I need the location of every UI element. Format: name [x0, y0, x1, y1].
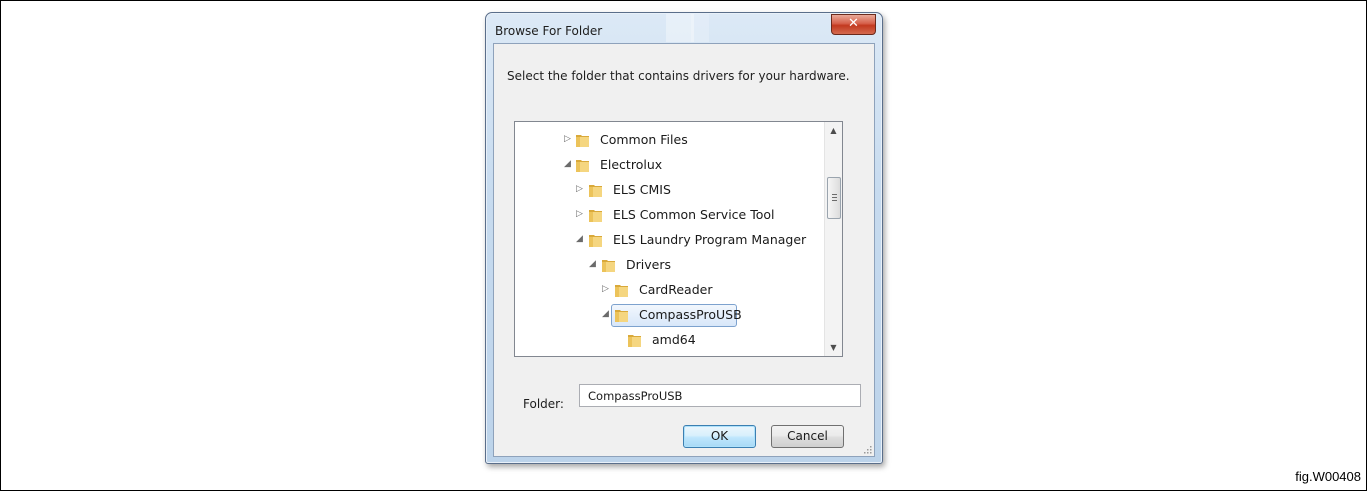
- tree-item-els-laundry-program-manager[interactable]: ◢ ELS Laundry Program Manager: [515, 228, 825, 253]
- folder-icon: [588, 182, 603, 198]
- folder-tree[interactable]: ▷ Common Files ◢ Electrolux ▷ ELS CMIS ▷…: [514, 121, 843, 357]
- tree-item-els-common-service-tool[interactable]: ▷ ELS Common Service Tool: [515, 203, 825, 228]
- tree-item-label: CardReader: [639, 282, 713, 297]
- expand-arrow-icon[interactable]: ▷: [601, 285, 610, 294]
- scroll-up-arrow-icon[interactable]: ▲: [825, 122, 842, 139]
- folder-icon: [588, 207, 603, 223]
- tree-item-label: Common Files: [600, 132, 688, 147]
- dialog-title: Browse For Folder: [495, 24, 603, 38]
- tree-item-label: Drivers: [626, 257, 671, 272]
- title-bar[interactable]: Browse For Folder ✕: [486, 13, 882, 43]
- expand-arrow-icon[interactable]: ▷: [575, 210, 584, 219]
- folder-open-icon: [614, 307, 629, 323]
- folder-icon: [627, 332, 642, 348]
- tree-item-common-files[interactable]: ▷ Common Files: [515, 128, 825, 153]
- ok-button[interactable]: OK: [683, 425, 756, 448]
- folder-icon: [614, 282, 629, 298]
- collapse-arrow-icon[interactable]: ◢: [575, 235, 584, 244]
- tree-item-label: Electrolux: [600, 157, 663, 172]
- folder-open-icon: [588, 232, 603, 248]
- vertical-scrollbar[interactable]: ▲ ▼: [824, 122, 842, 356]
- folder-tree-rows: ▷ Common Files ◢ Electrolux ▷ ELS CMIS ▷…: [515, 122, 825, 356]
- grip-line: [832, 194, 837, 195]
- close-icon: ✕: [848, 16, 859, 31]
- browse-for-folder-dialog: Browse For Folder ✕ Select the folder th…: [485, 12, 883, 464]
- folder-open-icon: [575, 157, 590, 173]
- tree-item-els-cmis[interactable]: ▷ ELS CMIS: [515, 178, 825, 203]
- tree-item-label: ELS Laundry Program Manager: [613, 232, 807, 247]
- grip-line: [832, 197, 837, 198]
- close-button[interactable]: ✕: [831, 14, 876, 35]
- folder-path-input[interactable]: [579, 384, 861, 407]
- title-bar-glass: [666, 14, 694, 42]
- folder-icon: [575, 132, 590, 148]
- folder-icon: [627, 350, 642, 356]
- expand-arrow-icon[interactable]: ▷: [563, 135, 572, 144]
- cancel-button[interactable]: Cancel: [771, 425, 844, 448]
- dialog-client-area: Select the folder that contains drivers …: [493, 43, 875, 457]
- tree-item-cardreader[interactable]: ▷ CardReader: [515, 278, 825, 303]
- tree-item-label: ELS CMIS: [613, 182, 671, 197]
- scrollbar-thumb[interactable]: [827, 177, 841, 219]
- tree-item-partial[interactable]: [515, 350, 825, 356]
- instruction-text: Select the folder that contains drivers …: [507, 69, 850, 83]
- tree-item-label: amd64: [652, 332, 696, 347]
- resize-grip-icon[interactable]: [862, 444, 872, 454]
- tree-item-electrolux[interactable]: ◢ Electrolux: [515, 153, 825, 178]
- figure-caption: fig.W00408: [1295, 469, 1361, 484]
- folder-open-icon: [601, 257, 616, 273]
- collapse-arrow-icon[interactable]: ◢: [601, 310, 610, 319]
- collapse-arrow-icon[interactable]: ◢: [563, 160, 572, 169]
- folder-field-label: Folder:: [523, 397, 564, 411]
- scroll-down-arrow-icon[interactable]: ▼: [825, 339, 842, 356]
- title-bar-glass: [691, 14, 709, 42]
- grip-line: [832, 200, 837, 201]
- tree-item-label: CompassProUSB: [639, 307, 742, 322]
- tree-item-drivers[interactable]: ◢ Drivers: [515, 253, 825, 278]
- tree-item-label: ELS Common Service Tool: [613, 207, 775, 222]
- collapse-arrow-icon[interactable]: ◢: [588, 260, 597, 269]
- tree-item-compassprousb[interactable]: ◢ CompassProUSB: [515, 303, 825, 328]
- expand-arrow-icon[interactable]: ▷: [575, 185, 584, 194]
